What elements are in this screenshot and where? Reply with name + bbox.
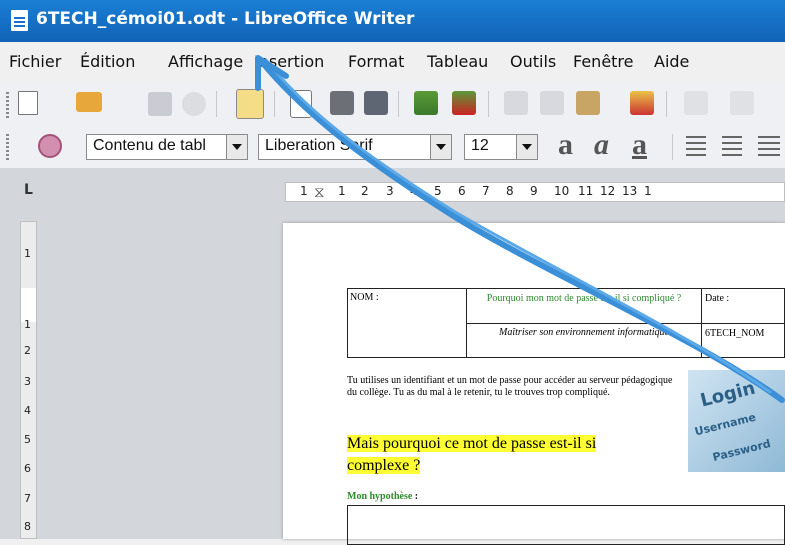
menu-aide[interactable]: Aide bbox=[654, 52, 689, 71]
italic-icon[interactable]: a bbox=[594, 128, 609, 162]
title-bar[interactable]: 6TECH_cémoi01.odt - LibreOffice Writer bbox=[0, 0, 785, 42]
bold-icon[interactable]: a bbox=[558, 128, 573, 162]
document-page[interactable]: NOM : Pourquoi mon mot de passe est-il s… bbox=[283, 223, 785, 545]
table-cell-date[interactable]: Date : bbox=[701, 288, 785, 324]
paragraph-style-select[interactable]: Contenu de tabl bbox=[86, 134, 248, 160]
menu-affichage[interactable]: Affichage bbox=[168, 52, 243, 71]
name-field-label: NOM bbox=[350, 292, 374, 303]
menu-insertion[interactable]: Insertion bbox=[254, 52, 324, 71]
underline-icon[interactable]: a bbox=[632, 128, 647, 162]
chevron-down-icon[interactable] bbox=[430, 135, 451, 159]
login-image-title: Login bbox=[698, 377, 758, 412]
objective-text: Maîtriser son environnement informatique bbox=[499, 327, 669, 338]
font-name-select[interactable]: Liberation Serif bbox=[258, 134, 452, 160]
menu-tableau[interactable]: Tableau bbox=[427, 52, 488, 71]
print-icon[interactable] bbox=[330, 91, 354, 115]
align-right-icon[interactable] bbox=[758, 136, 780, 156]
writer-document-icon bbox=[11, 10, 28, 31]
indent-marker-icon[interactable]: ⧖ bbox=[314, 183, 325, 201]
toolbar-grip[interactable] bbox=[6, 92, 9, 118]
spellcheck-icon[interactable] bbox=[414, 91, 438, 115]
table-cell-name[interactable]: NOM : bbox=[347, 288, 467, 358]
hypothesis-box[interactable] bbox=[347, 505, 785, 545]
login-image-password: Password bbox=[711, 437, 773, 464]
export-pdf-icon[interactable] bbox=[290, 90, 312, 118]
save-icon[interactable] bbox=[148, 92, 172, 116]
font-name-value: Liberation Serif bbox=[265, 137, 373, 154]
table-cell-code[interactable]: 6TECH_NOM bbox=[701, 323, 785, 358]
menu-fenetre[interactable]: Fenêtre bbox=[573, 52, 634, 71]
edit-mode-icon[interactable] bbox=[236, 89, 264, 119]
question-title: Pourquoi mon mot de passe est-il si comp… bbox=[486, 293, 682, 304]
new-document-icon[interactable] bbox=[18, 91, 38, 115]
cut-icon[interactable] bbox=[504, 91, 528, 115]
headline-text: Mais pourquoi ce mot de passe est-il si … bbox=[347, 435, 597, 474]
window-title: 6TECH_cémoi01.odt - LibreOffice Writer bbox=[36, 9, 415, 29]
undo-icon[interactable] bbox=[684, 91, 708, 115]
print-preview-icon[interactable] bbox=[364, 91, 388, 115]
table-cell-objective[interactable]: Maîtriser son environnement informatique bbox=[466, 323, 702, 358]
paragraph-style-value: Contenu de tabl bbox=[93, 137, 206, 154]
clone-formatting-icon[interactable] bbox=[630, 91, 654, 115]
standard-toolbar bbox=[0, 82, 785, 127]
templates-icon[interactable] bbox=[76, 92, 102, 112]
menu-bar: Fichier Édition Affichage Insertion Form… bbox=[0, 42, 785, 83]
paste-icon[interactable] bbox=[576, 91, 600, 115]
hypothesis-label[interactable]: Mon hypothèse : bbox=[347, 491, 418, 502]
menu-format[interactable]: Format bbox=[348, 52, 404, 71]
font-size-select[interactable]: 12 bbox=[464, 134, 538, 160]
redo-icon[interactable] bbox=[730, 91, 754, 115]
toolbar-grip[interactable] bbox=[6, 134, 9, 160]
chevron-down-icon[interactable] bbox=[516, 135, 537, 159]
menu-edition[interactable]: Édition bbox=[80, 52, 135, 71]
login-illustration: Login Username Password bbox=[688, 370, 785, 472]
align-center-icon[interactable] bbox=[722, 136, 742, 156]
menu-fichier[interactable]: Fichier bbox=[9, 52, 61, 71]
headline[interactable]: Mais pourquoi ce mot de passe est-il si … bbox=[347, 433, 637, 477]
email-icon[interactable] bbox=[182, 92, 206, 116]
login-image-username: Username bbox=[693, 410, 758, 439]
date-field-label: Date bbox=[705, 293, 724, 304]
font-size-value: 12 bbox=[471, 137, 489, 154]
formatting-toolbar: Contenu de tabl Liberation Serif 12 a a … bbox=[0, 126, 785, 169]
intro-paragraph[interactable]: Tu utilises un identifiant et un mot de … bbox=[347, 375, 683, 399]
document-code: 6TECH_NOM bbox=[705, 328, 765, 339]
menu-outils[interactable]: Outils bbox=[510, 52, 556, 71]
table-cell-question[interactable]: Pourquoi mon mot de passe est-il si comp… bbox=[466, 288, 702, 324]
chevron-down-icon[interactable] bbox=[226, 135, 247, 159]
vertical-ruler[interactable]: 1 1 2 3 4 5 6 7 8 bbox=[20, 221, 37, 539]
copy-icon[interactable] bbox=[540, 91, 564, 115]
align-left-icon[interactable] bbox=[686, 136, 706, 156]
styles-formatting-icon[interactable] bbox=[38, 134, 62, 158]
horizontal-ruler[interactable]: 1 ⧖ 1 2 3 4 5 6 7 8 9 10 11 12 13 1 bbox=[285, 182, 785, 202]
ruler-corner-tab-icon[interactable]: L bbox=[24, 182, 33, 198]
autospellcheck-icon[interactable] bbox=[452, 91, 476, 115]
